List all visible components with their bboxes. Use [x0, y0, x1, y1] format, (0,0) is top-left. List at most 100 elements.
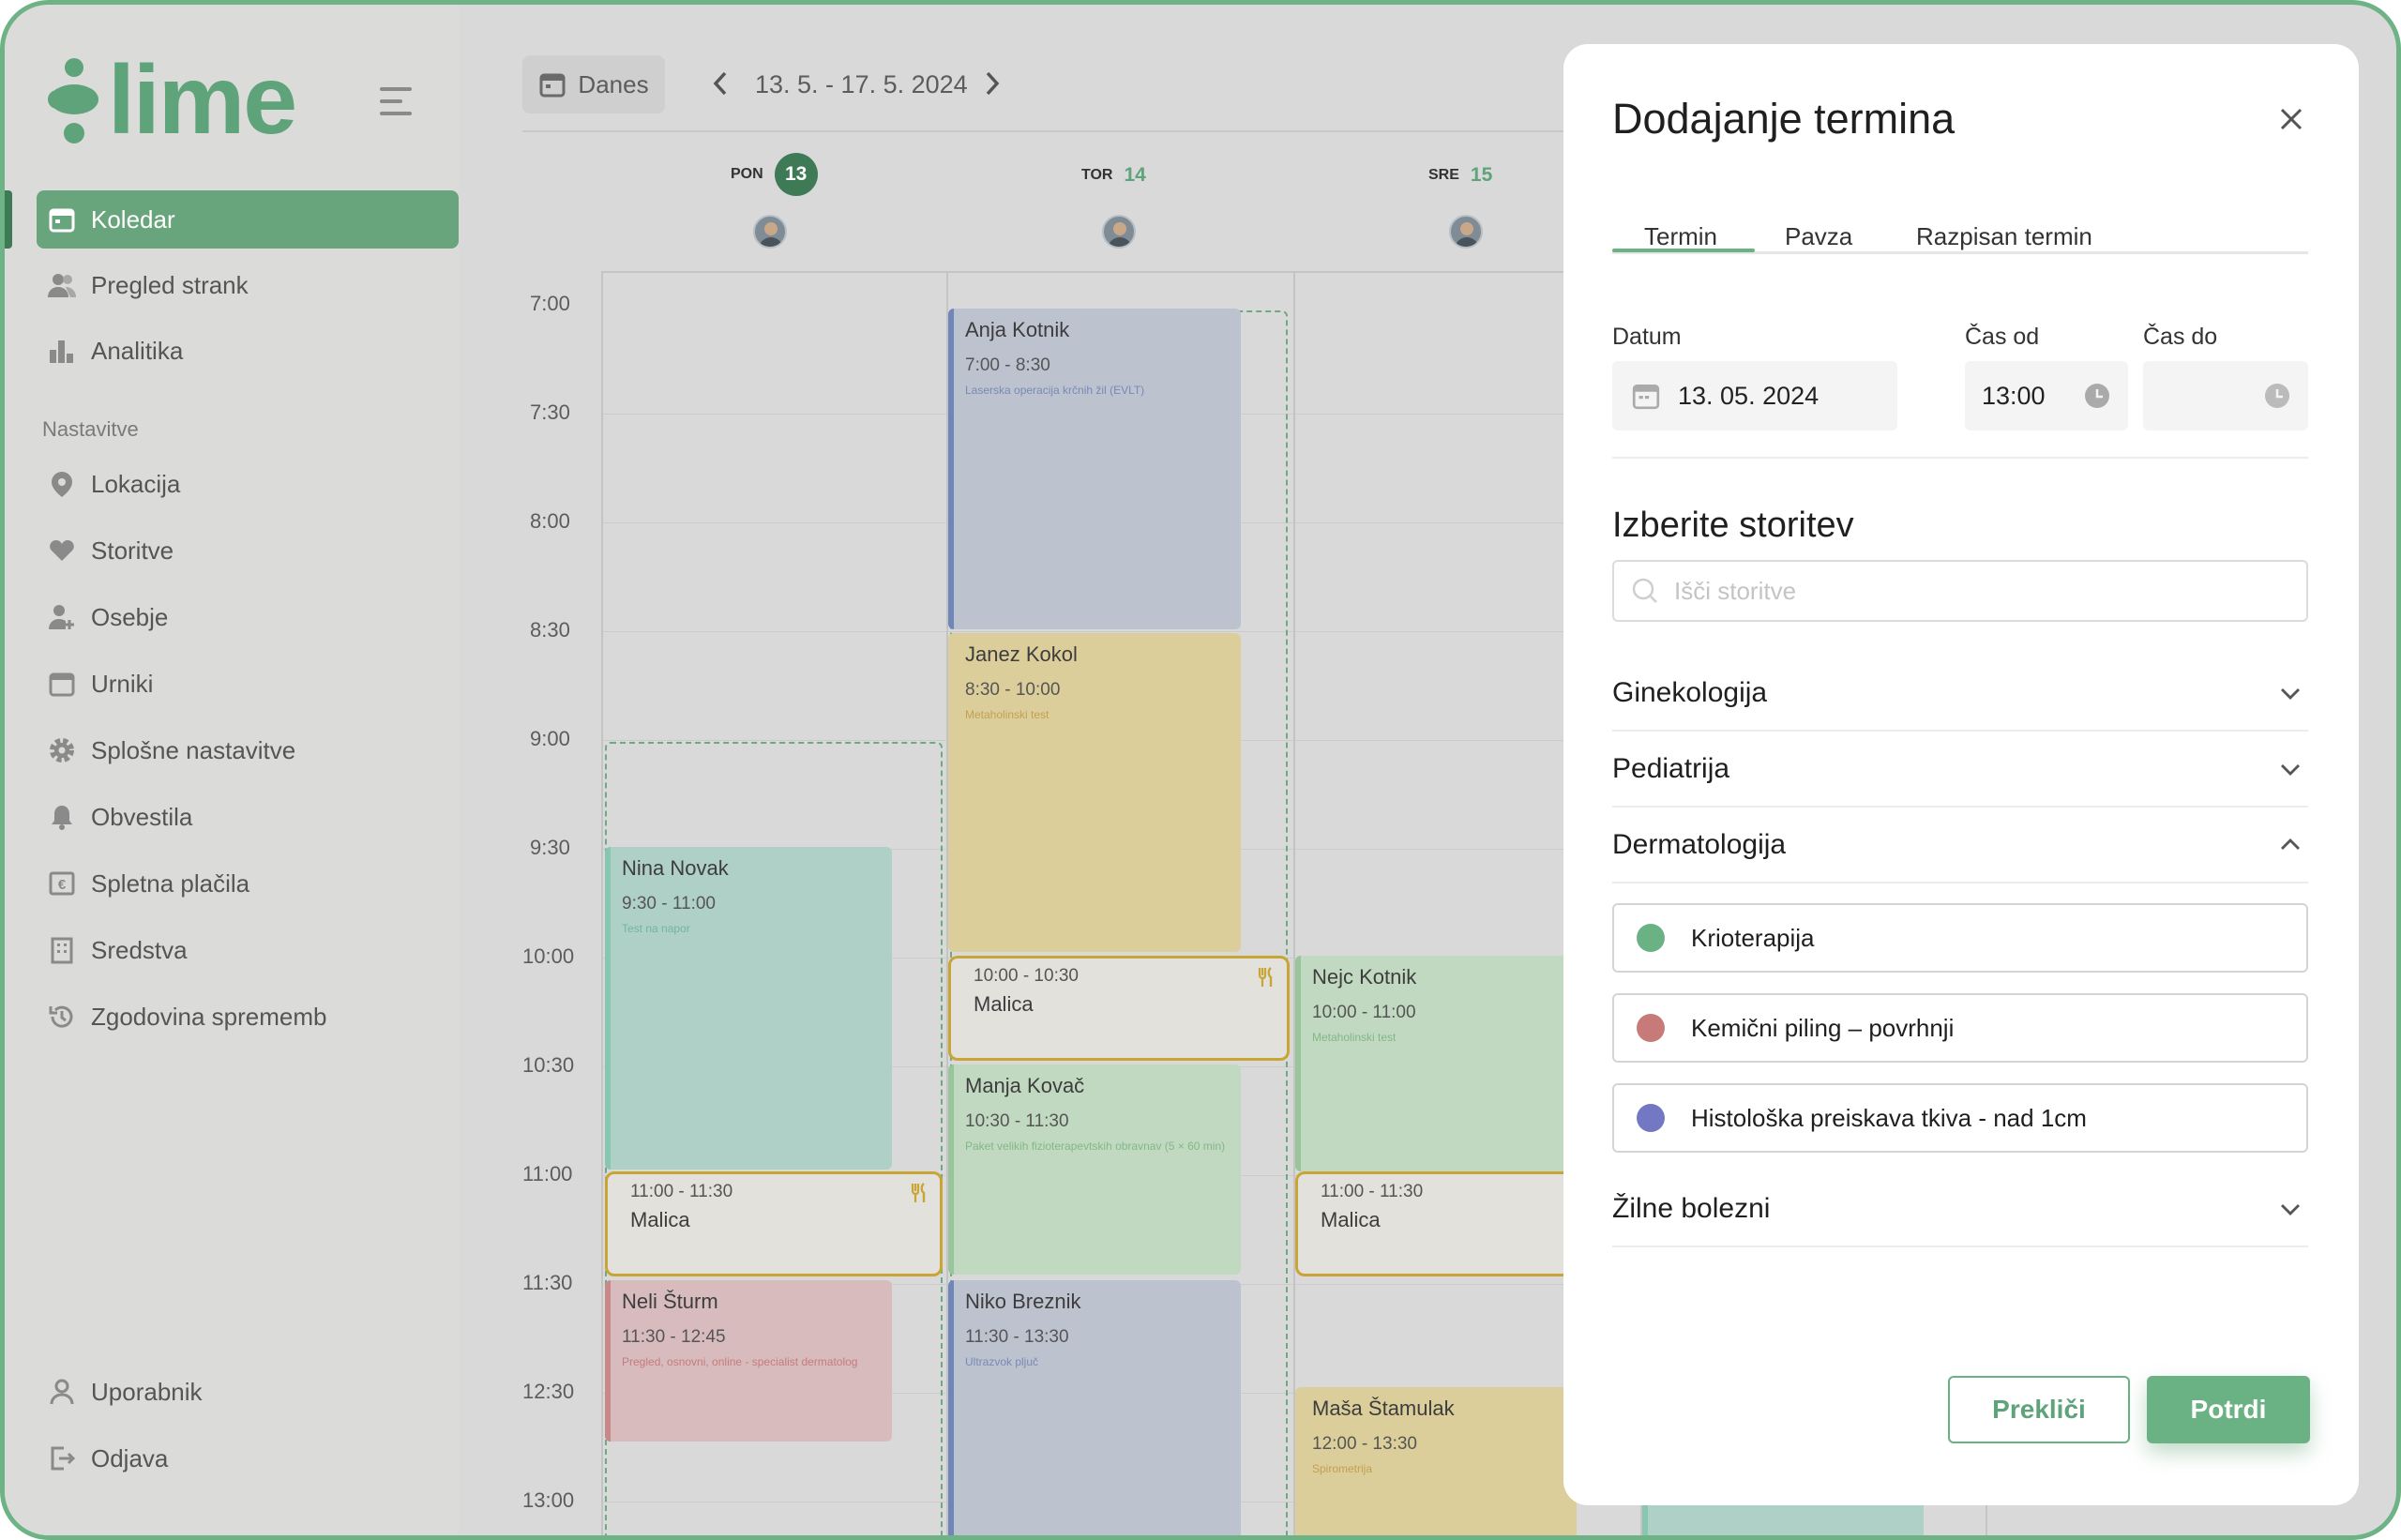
- close-button[interactable]: [2274, 102, 2308, 136]
- sidebar-item-label: Koledar: [91, 204, 175, 234]
- sidebar-item-urniki[interactable]: Urniki: [37, 655, 459, 713]
- category-ginekologija[interactable]: Ginekologija: [1612, 656, 2308, 732]
- lime-logo[interactable]: lime: [46, 46, 297, 155]
- staff-avatar[interactable]: [1102, 215, 1136, 249]
- app-window: lime Koledar Pregled strank Analitika Na…: [0, 0, 2401, 1540]
- next-week-button[interactable]: [978, 67, 1006, 100]
- event-time: 8:30 - 10:00: [965, 680, 1061, 700]
- day-header-pon[interactable]: PON 13: [731, 153, 818, 196]
- event-card[interactable]: Janez Kokol 8:30 - 10:00 Metaholinski te…: [948, 633, 1241, 952]
- sidebar-item-label: Lokacija: [91, 469, 181, 498]
- calendar-icon: [1632, 385, 1660, 410]
- divider: [1612, 457, 2308, 459]
- time-to-field[interactable]: [2143, 361, 2308, 430]
- staff-avatar[interactable]: [1449, 215, 1483, 249]
- time-label: 8:30: [530, 618, 570, 642]
- euro-icon: €: [46, 868, 78, 899]
- lime-leaf-icon: [48, 58, 98, 143]
- sidebar-item-label: Sredstva: [91, 935, 188, 964]
- time-label: 13:00: [522, 1488, 575, 1512]
- sidebar-item-uporabnik[interactable]: Uporabnik: [37, 1363, 459, 1421]
- sidebar-item-label: Analitika: [91, 336, 184, 365]
- event-client-name: Manja Kovač: [965, 1074, 1085, 1097]
- confirm-button[interactable]: Potrdi: [2147, 1376, 2310, 1443]
- today-label: Danes: [578, 69, 649, 98]
- service-search[interactable]: [1612, 560, 2308, 622]
- sidebar-item-obvestila[interactable]: Obvestila: [37, 788, 459, 846]
- logout-icon: [46, 1442, 78, 1474]
- sidebar-item-splosne-nastavitve[interactable]: Splošne nastavitve: [37, 721, 459, 779]
- logo-wordmark: lime: [108, 46, 297, 155]
- sidebar-item-zgodovina-sprememb[interactable]: Zgodovina sprememb: [37, 988, 459, 1046]
- settings-section-label: Nastavitve: [42, 417, 139, 441]
- event-service: Paket velikih fizioterapevtskih obravnav…: [965, 1140, 1226, 1153]
- today-button[interactable]: Danes: [522, 55, 665, 113]
- sidebar-item-label: Odjava: [91, 1443, 169, 1472]
- event-card[interactable]: Nejc Kotnik 10:00 - 11:00 Metaholinski t…: [1295, 956, 1577, 1171]
- sidebar-item-koledar[interactable]: Koledar: [5, 190, 459, 249]
- sidebar-item-label: Spletna plačila: [91, 868, 250, 898]
- event-client-name: Janez Kokol: [965, 642, 1078, 666]
- time-from-field[interactable]: 13:00: [1965, 361, 2128, 430]
- staff-avatar[interactable]: [753, 215, 787, 249]
- event-client-name: Neli Šturm: [622, 1290, 718, 1313]
- break-time: 10:00 - 10:30: [974, 966, 1079, 986]
- cancel-button[interactable]: Prekliči: [1948, 1376, 2130, 1443]
- prev-week-button[interactable]: [706, 67, 734, 100]
- dialog-title: Dodajanje termina: [1612, 95, 1956, 143]
- tab-pavza[interactable]: Pavza: [1785, 222, 1852, 251]
- event-card[interactable]: Manja Kovač 10:30 - 11:30 Paket velikih …: [948, 1064, 1241, 1275]
- time-label: 7:00: [530, 292, 570, 315]
- chevron-up-icon: [2281, 838, 2300, 850]
- dialog-tabs: Termin Pavza Razpisan termin: [1612, 211, 2308, 254]
- sidebar-item-analitika[interactable]: Analitika: [37, 322, 459, 380]
- event-time: 12:00 - 13:30: [1312, 1434, 1417, 1454]
- sidebar-item-lokacija[interactable]: Lokacija: [37, 455, 459, 513]
- category-dermatologija[interactable]: Dermatologija: [1612, 808, 2308, 883]
- event-card[interactable]: Anja Kotnik 7:00 - 8:30 Laserska operaci…: [948, 309, 1241, 629]
- event-card[interactable]: Niko Breznik 11:30 - 13:30 Ultrazvok plj…: [948, 1280, 1241, 1535]
- clock-icon: [2265, 384, 2289, 408]
- break-card[interactable]: 11:00 - 11:30 Malica: [1295, 1171, 1577, 1276]
- bell-icon: [46, 801, 78, 833]
- break-label: Malica: [1321, 1208, 1381, 1231]
- service-search-input[interactable]: [1674, 576, 2237, 606]
- service-option-kemicni-piling[interactable]: Kemični piling – povrhnji: [1612, 993, 2308, 1063]
- break-card[interactable]: 10:00 - 10:30 Malica: [948, 956, 1290, 1061]
- chevron-left-icon: [713, 71, 727, 96]
- event-card[interactable]: Maša Štamulak 12:00 - 13:30 Spirometrija: [1295, 1387, 1577, 1535]
- tab-razpisan-termin[interactable]: Razpisan termin: [1916, 222, 2092, 251]
- event-card[interactable]: Neli Šturm 11:30 - 12:45 Pregled, osnovn…: [605, 1280, 892, 1442]
- service-color-dot: [1637, 924, 1665, 952]
- tab-termin[interactable]: Termin: [1644, 222, 1717, 251]
- break-label: Malica: [630, 1208, 690, 1231]
- event-service: Ultrazvok pljuč: [965, 1355, 1039, 1368]
- date-value: 13. 05. 2024: [1678, 381, 1820, 410]
- calendar-icon: [539, 73, 566, 98]
- sidebar-item-sredstva[interactable]: Sredstva: [37, 921, 459, 979]
- time-label: 9:00: [530, 727, 570, 750]
- service-label: Kemični piling – povrhnji: [1691, 1013, 1955, 1042]
- break-card[interactable]: 11:00 - 11:30 Malica: [605, 1171, 943, 1276]
- calendar-icon: [46, 668, 78, 700]
- menu-toggle-icon[interactable]: [380, 87, 412, 115]
- sidebar-item-label: Pregled strank: [91, 270, 249, 299]
- sidebar-item-osebje[interactable]: Osebje: [37, 588, 459, 646]
- category-label: Žilne bolezni: [1612, 1192, 1771, 1224]
- event-card[interactable]: Nina Novak 9:30 - 11:00 Test na napor: [605, 847, 892, 1170]
- sidebar-item-odjava[interactable]: Odjava: [37, 1429, 459, 1487]
- break-time: 11:00 - 11:30: [630, 1182, 733, 1201]
- service-option-histoloska-preiskava[interactable]: Histološka preiskava tkiva - nad 1cm: [1612, 1083, 2308, 1153]
- sidebar-item-pregled-strank[interactable]: Pregled strank: [37, 256, 459, 314]
- sidebar-item-storitve[interactable]: Storitve: [37, 521, 459, 580]
- day-header-tor[interactable]: TOR 14: [1081, 164, 1146, 187]
- service-label: Krioterapija: [1691, 923, 1815, 952]
- category-pediatrija[interactable]: Pediatrija: [1612, 732, 2308, 808]
- category-zilne-bolezni[interactable]: Žilne bolezni: [1612, 1171, 2308, 1247]
- time-label: 11:30: [522, 1271, 573, 1294]
- day-header-sre[interactable]: SRE 15: [1428, 164, 1492, 187]
- service-option-krioterapija[interactable]: Krioterapija: [1612, 903, 2308, 973]
- sidebar-item-spletna-placila[interactable]: € Spletna plačila: [37, 854, 459, 913]
- date-field[interactable]: 13. 05. 2024: [1612, 361, 1897, 430]
- add-person-icon: [46, 601, 78, 633]
